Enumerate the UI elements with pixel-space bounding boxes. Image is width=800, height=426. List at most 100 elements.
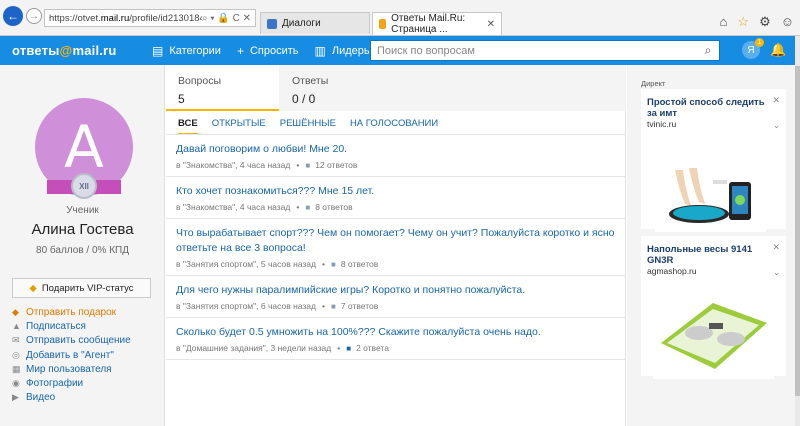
- action-send-gift[interactable]: ◆ Отправить подарок: [12, 305, 131, 319]
- site-logo[interactable]: ответы@mail.ru: [12, 43, 152, 58]
- question-category[interactable]: в "Домашние задания", 3 недели назад: [176, 343, 331, 353]
- back-button[interactable]: ←: [3, 6, 23, 26]
- nav-ask[interactable]: + Спросить: [237, 44, 299, 58]
- comment-icon: ■: [330, 301, 336, 311]
- ad-domain: tvinic.ru: [647, 119, 677, 129]
- answers-count: 2 ответа: [356, 343, 389, 353]
- nav-categories[interactable]: ▤ Категории: [152, 44, 221, 58]
- tab-label: Диалоги: [282, 18, 321, 29]
- ad-title[interactable]: Напольные весы 9141 GN3R: [647, 244, 767, 266]
- question-category[interactable]: в "Знакомства", 4 часа назад: [176, 202, 290, 212]
- leaders-icon: ▥: [314, 43, 326, 58]
- home-icon[interactable]: ⌂: [720, 14, 728, 30]
- comment-icon: ■: [305, 160, 311, 170]
- list-item: Кто хочет познакомиться??? Мне 15 лет. в…: [166, 177, 626, 219]
- agent-icon: ◎: [12, 349, 20, 360]
- question-title[interactable]: Давай поговорим о любви! Мне 20.: [176, 142, 616, 157]
- answers-count: 7 ответов: [340, 301, 379, 311]
- user-avatar-button[interactable]: Я 1: [742, 38, 764, 59]
- ads-label: Директ: [641, 79, 666, 88]
- question-category[interactable]: в "Занятия спортом", 5 часов назад: [176, 259, 316, 269]
- ads-sidebar: Директ Простой способ следить за имт ✕ t…: [627, 65, 795, 426]
- separator: •: [322, 301, 325, 311]
- level-medal-icon: XII: [71, 173, 97, 199]
- close-icon[interactable]: ✕: [772, 242, 780, 253]
- search-icon[interactable]: ⌕: [697, 43, 719, 58]
- question-title[interactable]: Что вырабатывает спорт??? Чем он помогае…: [176, 226, 616, 256]
- counter-label: Ответы: [292, 75, 329, 87]
- scrollbar-thumb[interactable]: [795, 66, 800, 396]
- address-url: https://otvet.mail.ru/profile/id21301844…: [49, 12, 202, 24]
- separator: •: [322, 259, 325, 269]
- list-item: Что вырабатывает спорт??? Чем он помогае…: [166, 219, 626, 276]
- list-item: Для чего нужны паралимпийские игры? Коро…: [166, 276, 626, 318]
- tab-answers[interactable]: Ответы 0 / 0: [280, 65, 394, 111]
- tab-label: Ответы Mail.Ru: Страница ...: [391, 13, 466, 35]
- close-tab-icon[interactable]: ✕: [487, 19, 495, 30]
- comment-icon: ■: [346, 343, 352, 353]
- address-bar[interactable]: https://otvet.mail.ru/profile/id21301844…: [44, 9, 256, 27]
- chevron-down-icon[interactable]: ⌄: [773, 121, 780, 130]
- filter-open[interactable]: ОТКРЫТЫЕ: [212, 118, 266, 135]
- ad-block[interactable]: Простой способ следить за имт ✕ tvinic.r…: [641, 89, 786, 232]
- filter-all[interactable]: ВСЕ: [178, 118, 198, 135]
- bell-icon[interactable]: 🔔: [770, 42, 786, 58]
- question-category[interactable]: в "Знакомства", 4 часа назад: [176, 160, 290, 170]
- profile-actions: ◆ Отправить подарок ▲ Подписаться ✉ Отправи…: [12, 305, 131, 405]
- filter-solved[interactable]: РЕШЁННЫЕ: [280, 118, 336, 135]
- counter-value: 5: [178, 92, 185, 106]
- separator: •: [337, 343, 341, 353]
- world-icon: ▦: [12, 363, 21, 374]
- address-bar-icons[interactable]: ⌕ ▾ 🔒 C ✕: [202, 13, 251, 24]
- question-meta: в "Знакомства", 4 часа назад • ■ 8 ответов: [176, 202, 616, 212]
- action-subscribe[interactable]: ▲ Подписаться: [12, 319, 131, 333]
- question-list: Давай поговорим о любви! Мне 20. в "Знак…: [166, 134, 626, 360]
- action-label: Отправить сообщение: [26, 335, 131, 347]
- ad-title[interactable]: Простой способ следить за имт: [647, 97, 767, 119]
- ad-image-scale-phone[interactable]: [655, 160, 766, 232]
- separator: •: [296, 160, 300, 170]
- search-input[interactable]: [377, 44, 697, 57]
- close-icon[interactable]: ✕: [772, 95, 780, 106]
- action-user-world[interactable]: ▦ Мир пользователя: [12, 362, 131, 376]
- search-box: ⌕: [370, 40, 720, 61]
- site-header: ответы@mail.ru ▤ Категории + Спросить ▥ …: [0, 36, 795, 65]
- question-title[interactable]: Для чего нужны паралимпийские игры? Коро…: [176, 283, 616, 298]
- answers-count: 12 ответов: [315, 160, 358, 170]
- notification-badge: 1: [755, 38, 764, 47]
- tab-questions[interactable]: Вопросы 5: [166, 65, 279, 111]
- comment-icon: ■: [330, 259, 336, 269]
- question-title[interactable]: Кто хочет познакомиться??? Мне 15 лет.: [176, 184, 616, 199]
- ad-domain: agmashop.ru: [647, 266, 697, 276]
- tab-dialogi[interactable]: Диалоги: [260, 12, 370, 34]
- user-rank: Ученик: [66, 205, 99, 216]
- list-item: Сколько будет 0.5 умножить на 100%??? Ск…: [166, 318, 626, 360]
- filter-voting[interactable]: НА ГОЛОСОВАНИИ: [350, 118, 438, 135]
- favorites-icon[interactable]: ☆: [737, 14, 749, 30]
- ad-image-scales[interactable]: [641, 283, 786, 379]
- smiley-icon[interactable]: ☺: [781, 14, 794, 30]
- gift-vip-button[interactable]: ◆ Подарить VIP-статус: [12, 278, 151, 298]
- nav-label: Лидеры: [331, 44, 372, 57]
- nav-leaders[interactable]: ▥ Лидеры: [315, 44, 372, 58]
- action-send-message[interactable]: ✉ Отправить сообщение: [12, 334, 131, 348]
- question-filters: ВСЕ ОТКРЫТЫЕ РЕШЁННЫЕ НА ГОЛОСОВАНИИ: [178, 118, 438, 135]
- ad-image-wrap: [641, 283, 786, 379]
- camera-icon: ◉: [12, 378, 20, 389]
- question-category[interactable]: в "Занятия спортом", 6 часов назад: [176, 301, 316, 311]
- profile-sidebar: А XII Ученик Алина Гостева 80 баллов / 0…: [0, 65, 165, 426]
- chevron-down-icon[interactable]: ⌄: [773, 268, 780, 277]
- action-label: Подписаться: [26, 320, 86, 332]
- action-add-agent[interactable]: ◎ Добавить в "Агент": [12, 348, 131, 362]
- action-photos[interactable]: ◉ Фотографии: [12, 376, 131, 390]
- tab-otvety[interactable]: Ответы Mail.Ru: Страница ... ✕: [372, 12, 502, 35]
- question-title[interactable]: Сколько будет 0.5 умножить на 100%??? Ск…: [176, 325, 616, 340]
- action-video[interactable]: ▶ Видео: [12, 391, 131, 405]
- settings-icon[interactable]: ⚙: [759, 14, 771, 30]
- separator: •: [296, 202, 300, 212]
- question-meta: в "Домашние задания", 3 недели назад • ■ 2 …: [176, 343, 616, 353]
- scrollbar[interactable]: [795, 36, 800, 426]
- forward-button[interactable]: →: [26, 8, 42, 24]
- subscribe-icon: ▲: [12, 321, 21, 332]
- questions-panel: Вопросы 5 Ответы 0 / 0 ВСЕ ОТКРЫТЫЕ РЕШЁ…: [166, 65, 626, 426]
